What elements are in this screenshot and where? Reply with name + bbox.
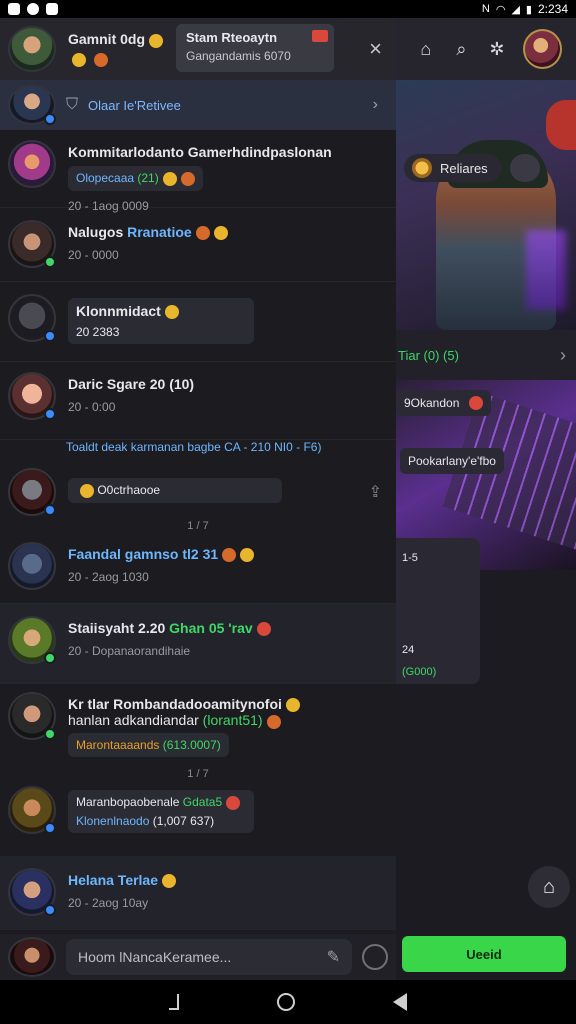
list-item[interactable]: Klonnmidact 20 2383: [0, 282, 396, 362]
separator: 1 / 7: [187, 768, 209, 780]
coin-icon: [164, 305, 179, 320]
status-bar: N ◠ ◢ ▮ 2:234: [0, 0, 576, 18]
primary-action-button[interactable]: Ueeid: [402, 936, 566, 972]
app-notification-icon: [8, 3, 20, 15]
list-item[interactable]: Helana Terlae 20 - 2aog 10ay: [0, 856, 396, 930]
settings-icon[interactable]: ✲: [487, 39, 507, 59]
chip-tag[interactable]: 9Okandon: [396, 390, 492, 416]
send-button[interactable]: [362, 944, 388, 970]
section-strip[interactable]: Tiar (0) (5) ›: [396, 330, 576, 380]
avatar: [8, 786, 56, 834]
list-item[interactable]: Nalugos Rranatioe 20 - 0000: [0, 208, 396, 282]
system-nav-bar: [0, 980, 576, 1024]
drawer-header: Gamnit 0dg Stam Rteoaytn Gangandamis 607…: [0, 18, 396, 80]
reaction-icon: [412, 158, 432, 178]
wifi-icon: ◠: [495, 3, 506, 16]
list-item-detail: Toaldt deak karmanan bagbe CA - 210 NI0 …: [66, 440, 322, 454]
hero-artwork: Reliares: [396, 80, 576, 330]
gift-icon: [222, 548, 237, 563]
record-icon: [27, 3, 39, 15]
notification-popup[interactable]: Stam Rteoaytn Gangandamis 6070: [176, 24, 334, 72]
list-item[interactable]: Daric Sgare 20 (10) 20 - 0:00: [0, 362, 396, 440]
more-reactions-button[interactable]: [510, 154, 540, 182]
list-item[interactable]: Kommitarlodanto Gamerhdindpaslonan Olope…: [0, 130, 396, 213]
badge-icon: [469, 396, 484, 410]
reactions-pill[interactable]: Reliares: [404, 154, 502, 182]
chevron-icon: ›: [560, 344, 566, 365]
attachment-icon[interactable]: ⇪: [369, 482, 382, 502]
home-icon[interactable]: ⌂: [416, 39, 436, 59]
message-composer: Hoom lNancaKeramee... ✎: [0, 934, 396, 980]
home-fab[interactable]: ⌂: [528, 866, 570, 908]
gold-icon: [72, 52, 86, 67]
home-button[interactable]: [277, 993, 295, 1011]
user-avatar[interactable]: [8, 26, 56, 72]
nfc-icon: N: [481, 3, 490, 15]
badge-icon: [312, 30, 328, 42]
list-item[interactable]: O0ctrhaooe ⇪: [0, 468, 396, 516]
profile-avatar[interactable]: [522, 29, 562, 69]
emoji-icon: [285, 698, 300, 713]
background-app: ⌂ ⌕ ✲ Reliares Tiar (0) (5) › 9Okandon P…: [396, 18, 576, 980]
avatar: [8, 372, 56, 420]
shield-icon: ⛉: [66, 96, 79, 113]
list-item[interactable]: Maranbopaobenale Gdata5 Klonenlnaodo (1,0…: [0, 786, 396, 856]
avatar: [8, 542, 56, 590]
emoji-icon: [80, 483, 94, 498]
search-icon[interactable]: ⌕: [452, 39, 472, 59]
clock: 2:234: [537, 2, 568, 16]
close-button[interactable]: ×: [369, 36, 382, 62]
avatar: [8, 85, 56, 125]
avatar: [8, 294, 56, 342]
avatar: [8, 468, 56, 516]
coin-icon: [149, 33, 164, 48]
list-item[interactable]: Staiisyaht 2.20 Ghan 05 'rav 20 - Dopana…: [0, 604, 396, 684]
sticker-icon: [256, 622, 271, 637]
coin-icon: [162, 874, 177, 889]
gift-icon: [180, 171, 195, 186]
avatar: [8, 616, 56, 664]
background-toolbar: ⌂ ⌕ ✲: [396, 18, 576, 80]
list-item[interactable]: Faandal gamnso tl2 31 20 - 2aog 1030: [0, 538, 396, 604]
status-banner[interactable]: ⛉ Olaar Ie'Retivee ›: [0, 80, 396, 130]
coin-icon: [213, 226, 228, 241]
avatar: [8, 140, 56, 188]
avatar: [8, 868, 56, 916]
avatar: [8, 220, 56, 268]
gift-icon: [266, 714, 281, 729]
message-input[interactable]: Hoom lNancaKeramee... ✎: [66, 939, 352, 975]
coin-icon: [162, 171, 177, 186]
chat-drawer: Gamnit 0dg Stam Rteoaytn Gangandamis 607…: [0, 18, 396, 980]
back-button[interactable]: [393, 993, 407, 1011]
emoji-picker-icon[interactable]: ✎: [327, 947, 340, 967]
list-item[interactable]: Kr tlar Rombandadooamitynofoi hanlan adk…: [0, 684, 396, 762]
signal-icon: ◢: [511, 3, 520, 16]
chevron-right-icon: ›: [372, 96, 378, 113]
avatar: [8, 937, 56, 977]
sticker-icon: [226, 795, 241, 810]
battery-icon: ▮: [525, 3, 532, 16]
chip-tag[interactable]: Pookarlany'e'fbo: [400, 448, 504, 474]
message-icon: [46, 3, 58, 15]
separator: 1 / 7: [187, 520, 209, 532]
gift-icon: [195, 226, 210, 241]
gift-icon: [94, 52, 108, 67]
avatar: [8, 692, 56, 740]
coin-icon: [240, 548, 255, 563]
recent-apps-button[interactable]: [169, 994, 179, 1010]
stats-card: 1-5 24 (G000): [396, 538, 480, 684]
